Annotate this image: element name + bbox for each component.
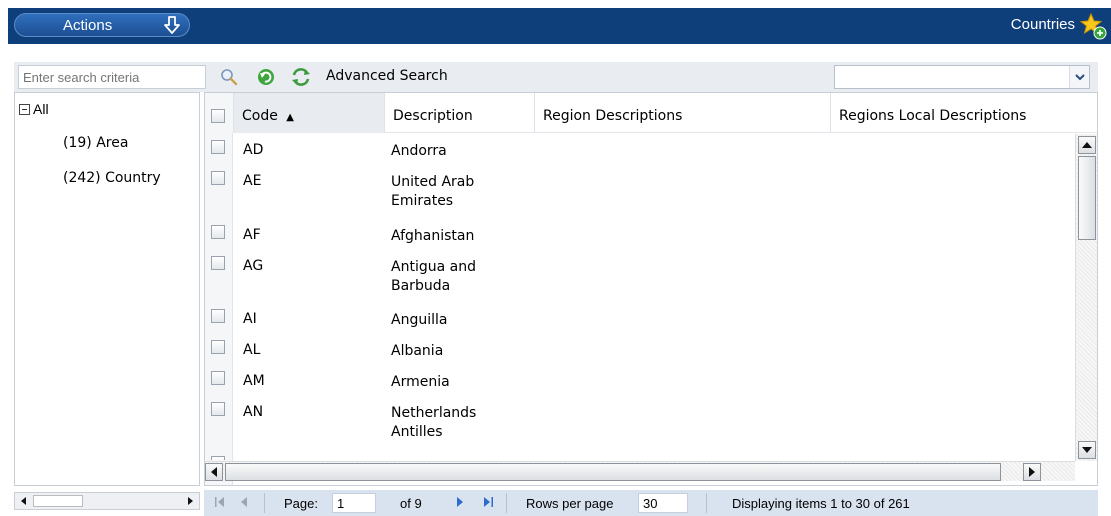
chevron-down-icon [1075, 74, 1085, 81]
collapse-icon[interactable] [19, 103, 30, 115]
grid-horizontal-scrollbar[interactable] [205, 461, 1075, 481]
last-page-icon[interactable] [482, 496, 494, 508]
cell-description: Anguilla [391, 312, 448, 328]
scroll-up-button[interactable] [1078, 136, 1096, 154]
select-all-checkbox[interactable] [211, 109, 225, 123]
page-label: Page: [284, 496, 318, 511]
rows-per-page-label: Rows per page [526, 496, 614, 511]
row-checkbox[interactable] [211, 309, 225, 323]
cell-description: Netherlands Antilles [391, 405, 477, 440]
scroll-right-icon[interactable] [183, 495, 197, 507]
scroll-right-icon [1029, 467, 1035, 477]
table-row-partial[interactable] [205, 450, 1075, 460]
countries-grid: Code ▲ Description Region Descriptions R… [204, 92, 1098, 486]
cell-code: AN [243, 404, 264, 420]
pager-separator [706, 493, 707, 513]
row-checkbox[interactable] [211, 140, 225, 154]
scroll-right-button[interactable] [1023, 463, 1041, 481]
header-select-cell [205, 93, 234, 133]
row-checkbox[interactable] [211, 340, 225, 354]
down-arrow-icon [164, 16, 180, 34]
search-toolbar: Advanced Search [14, 62, 1098, 92]
category-tree: All (19) Area (242) Country [14, 92, 200, 486]
cell-description: Afghanistan [391, 228, 475, 244]
scrollbar-thumb[interactable] [33, 495, 83, 507]
table-row[interactable]: AN Netherlands Antilles [205, 396, 1075, 450]
cell-code: AG [243, 258, 264, 274]
scrollbar-thumb[interactable] [225, 463, 1001, 481]
actions-button[interactable]: Actions [14, 13, 190, 37]
table-row[interactable]: AD Andorra [205, 134, 1075, 165]
page-title: Countries [1010, 16, 1075, 33]
filter-dropdown[interactable] [834, 65, 1090, 89]
column-header-code[interactable]: Code ▲ [234, 93, 385, 133]
scrollbar-thumb[interactable] [1078, 156, 1096, 240]
scroll-left-button[interactable] [205, 463, 223, 481]
refresh-icon[interactable] [290, 66, 312, 88]
sort-ascending-icon: ▲ [286, 112, 294, 123]
tree-root[interactable]: All [19, 101, 49, 117]
cell-description: United Arab Emirates [391, 174, 475, 209]
display-status: Displaying items 1 to 30 of 261 [732, 496, 910, 511]
search-input[interactable] [18, 65, 206, 89]
tree-node-country[interactable]: (242) Country [63, 170, 161, 186]
table-row[interactable]: AL Albania [205, 334, 1075, 365]
tree-horizontal-scrollbar[interactable] [14, 492, 200, 510]
table-row[interactable]: AI Anguilla [205, 303, 1075, 334]
scroll-down-icon [1082, 447, 1092, 453]
advanced-search-link[interactable]: Advanced Search [326, 68, 448, 84]
row-checkbox[interactable] [211, 171, 225, 185]
app-header: Actions Countries [8, 8, 1111, 44]
row-checkbox[interactable] [211, 456, 225, 460]
scroll-left-icon[interactable] [17, 495, 31, 507]
cell-code: AD [243, 142, 264, 158]
table-row[interactable]: AF Afghanistan [205, 219, 1075, 250]
column-label-code: Code [242, 108, 278, 124]
tree-root-label: All [33, 101, 49, 117]
tree-node-area[interactable]: (19) Area [63, 135, 128, 151]
table-row[interactable]: AE United Arab Emirates [205, 165, 1075, 219]
first-page-icon[interactable] [214, 496, 226, 508]
cell-code: AM [243, 373, 265, 389]
prev-page-icon[interactable] [238, 496, 250, 508]
cell-description: Antigua and Barbuda [391, 259, 476, 294]
dropdown-button[interactable] [1069, 66, 1089, 88]
table-row[interactable]: AG Antigua and Barbuda [205, 250, 1075, 303]
grid-body: AD Andorra AE United Arab Emirates AF Af… [205, 134, 1075, 460]
cell-description: Armenia [391, 374, 450, 390]
row-checkbox[interactable] [211, 225, 225, 239]
next-page-icon[interactable] [454, 496, 466, 508]
column-label-regions-local-descriptions: Regions Local Descriptions [839, 108, 1027, 124]
search-icon[interactable] [220, 68, 238, 86]
cell-code: AF [243, 227, 261, 243]
pager-separator [506, 493, 507, 513]
rows-per-page-input[interactable] [638, 493, 688, 513]
cell-code: AL [243, 342, 261, 358]
column-label-region-descriptions: Region Descriptions [543, 108, 683, 124]
actions-label: Actions [63, 17, 113, 34]
column-label-description: Description [393, 108, 473, 124]
column-header-regions-local-descriptions[interactable]: Regions Local Descriptions [831, 93, 1097, 133]
scroll-left-icon [211, 467, 217, 477]
row-checkbox[interactable] [211, 256, 225, 270]
scroll-up-icon [1082, 142, 1092, 148]
table-row[interactable]: AM Armenia [205, 365, 1075, 396]
column-header-region-descriptions[interactable]: Region Descriptions [535, 93, 831, 133]
grid-vertical-scrollbar[interactable] [1075, 134, 1097, 461]
column-header-description[interactable]: Description [385, 93, 535, 133]
page-number-input[interactable] [332, 493, 376, 513]
cell-code: AI [243, 311, 257, 327]
pager-separator [264, 493, 265, 513]
cell-code: AE [243, 173, 262, 189]
cell-description: Albania [391, 343, 444, 359]
page-count-label: of 9 [400, 496, 422, 511]
row-checkbox[interactable] [211, 371, 225, 385]
scroll-down-button[interactable] [1078, 441, 1096, 459]
clear-icon[interactable] [256, 67, 276, 87]
row-checkbox[interactable] [211, 402, 225, 416]
cell-description: Andorra [391, 143, 447, 159]
pagination-bar: Page: of 9 Rows per page Displaying item… [204, 490, 1098, 516]
grid-header: Code ▲ Description Region Descriptions R… [205, 93, 1097, 133]
star-add-icon[interactable] [1079, 12, 1107, 40]
